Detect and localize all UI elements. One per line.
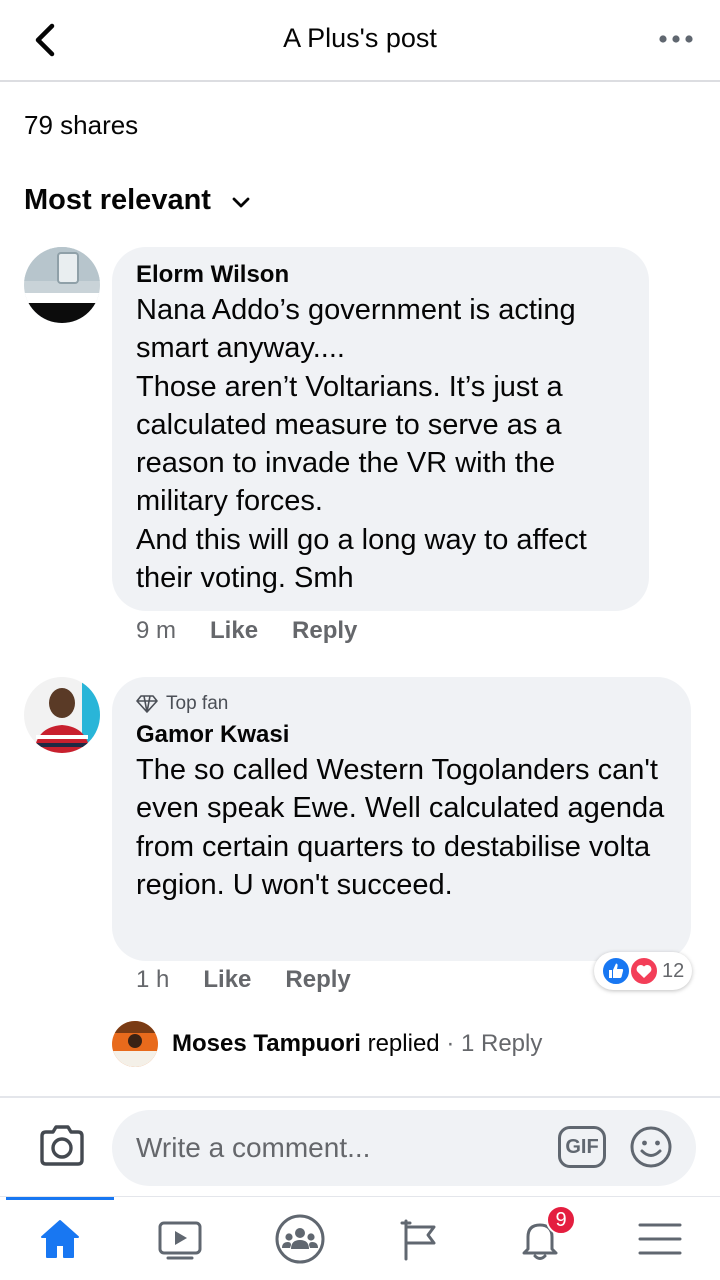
chevron-down-icon <box>232 197 250 207</box>
reaction-count: 12 <box>662 959 685 982</box>
reply-author: Moses Tampuori <box>172 1030 361 1057</box>
diamond-icon <box>136 695 158 713</box>
bottom-tab-bar: 9 <box>0 1196 720 1280</box>
avatar-image <box>24 677 100 753</box>
tab-menu[interactable] <box>600 1197 720 1280</box>
comment-time: 9 m <box>136 617 177 644</box>
comment-actions: 9 m Like Reply <box>136 617 357 645</box>
tab-home[interactable] <box>0 1197 120 1280</box>
top-fan-badge: Top fan <box>136 693 667 715</box>
comment-bubble[interactable]: Top fan Gamor Kwasi The so called Wester… <box>112 677 691 961</box>
like-love-reactions-icon <box>601 956 659 986</box>
avatar[interactable] <box>24 677 100 753</box>
camera-icon[interactable] <box>36 1120 88 1172</box>
menu-icon <box>638 1223 682 1255</box>
watch-icon <box>158 1221 202 1260</box>
avatar[interactable] <box>24 247 100 323</box>
page-title: A Plus's post <box>283 23 437 53</box>
reply-action: replied <box>367 1030 440 1057</box>
like-button[interactable]: Like <box>210 617 258 645</box>
like-button[interactable]: Like <box>203 966 251 994</box>
comment-input[interactable]: Write a comment... GIF <box>112 1110 696 1186</box>
badge-label: Top fan <box>166 693 229 714</box>
notification-badge: 9 <box>546 1205 576 1235</box>
avatar-image <box>112 1021 158 1067</box>
pages-flag-icon <box>400 1219 436 1261</box>
view-replies-link[interactable]: Moses Tampuori replied · 1 Reply <box>112 1021 542 1067</box>
comment-actions: 1 h Like Reply <box>136 966 351 994</box>
app-header: A Plus's post <box>0 0 720 82</box>
comment-bubble[interactable]: Elorm Wilson Nana Addo’s government is a… <box>112 247 649 611</box>
avatar <box>112 1021 158 1067</box>
reply-button[interactable]: Reply <box>292 617 357 645</box>
groups-icon <box>275 1214 325 1264</box>
comment-composer: Write a comment... GIF <box>0 1096 720 1196</box>
avatar-image <box>24 247 100 323</box>
home-icon <box>41 1220 79 1258</box>
reaction-summary[interactable]: 12 <box>594 952 693 990</box>
sort-label: Most relevant <box>24 184 211 216</box>
tab-notifications[interactable]: 9 <box>480 1197 600 1280</box>
gif-button[interactable]: GIF <box>558 1126 606 1168</box>
comment-author[interactable]: Gamor Kwasi <box>136 721 667 749</box>
comment-sort-dropdown[interactable]: Most relevant <box>24 184 253 217</box>
emoji-icon[interactable] <box>628 1124 674 1170</box>
tab-watch[interactable] <box>120 1197 240 1280</box>
comment-author[interactable]: Elorm Wilson <box>136 261 625 289</box>
comment-text: The so called Western Togolanders can't … <box>136 754 665 901</box>
tab-pages[interactable] <box>360 1197 480 1280</box>
reply-count: · 1 Reply <box>446 1030 543 1057</box>
comment-time: 1 h <box>136 966 170 993</box>
comment-placeholder: Write a comment... <box>136 1132 371 1163</box>
reply-button[interactable]: Reply <box>285 966 350 994</box>
shares-count[interactable]: 79 shares <box>24 110 138 141</box>
more-options-icon[interactable] <box>656 26 696 52</box>
comment-text: Nana Addo’s government is acting smart a… <box>136 294 587 595</box>
tab-groups[interactable] <box>240 1197 360 1280</box>
